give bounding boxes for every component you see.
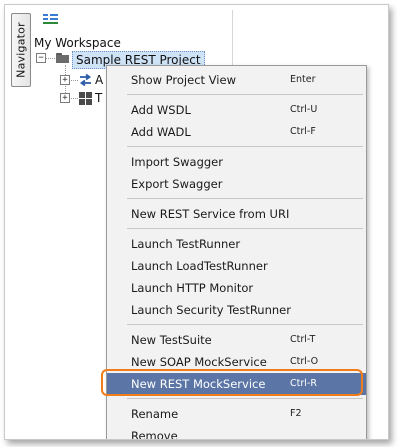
menu-item-launch-http-monitor[interactable]: Launch HTTP Monitor [107, 277, 366, 299]
swap-arrows-icon [79, 74, 92, 86]
menu-item-rename[interactable]: Rename F2 [107, 403, 366, 425]
menu-item-add-wsdl[interactable]: Add WSDL Ctrl-U [107, 99, 366, 121]
menu-separator [127, 94, 363, 95]
menu-separator [127, 228, 363, 229]
menu-item-import-swagger[interactable]: Import Swagger [107, 151, 366, 173]
expand-icon[interactable]: + [60, 75, 70, 85]
menu-item-remove[interactable]: Remove [107, 425, 366, 439]
menu-item-launch-testrunner[interactable]: Launch TestRunner [107, 233, 366, 255]
highlight-outline [101, 369, 363, 396]
menu-separator [127, 198, 363, 199]
navigator-tab[interactable]: Navigator [11, 13, 31, 87]
tree-item-child[interactable]: T [95, 91, 102, 105]
menu-item-launch-loadtestrunner[interactable]: Launch LoadTestRunner [107, 255, 366, 277]
grid-icon [79, 92, 92, 105]
tree-connector [69, 80, 78, 81]
tree-item-child[interactable]: A [95, 73, 103, 87]
menu-separator [127, 324, 363, 325]
menu-item-add-wadl[interactable]: Add WADL Ctrl-F [107, 121, 366, 143]
tree-view-toolbar-icon[interactable] [43, 14, 59, 26]
menu-separator [127, 146, 363, 147]
tree-connector [69, 98, 78, 99]
menu-item-export-swagger[interactable]: Export Swagger [107, 173, 366, 195]
menu-item-new-rest-service-from-uri[interactable]: New REST Service from URI [107, 203, 366, 225]
menu-item-launch-security-testrunner[interactable]: Launch Security TestRunner [107, 299, 366, 321]
collapse-icon[interactable]: − [36, 53, 46, 63]
tree-connector [45, 58, 55, 59]
navigator-tab-label: Navigator [14, 22, 28, 78]
menu-separator [127, 398, 363, 399]
folder-icon [56, 53, 69, 63]
expand-icon[interactable]: + [60, 93, 70, 103]
menu-item-new-testsuite[interactable]: New TestSuite Ctrl-T [107, 329, 366, 351]
menu-item-show-project-view[interactable]: Show Project View Enter [107, 69, 366, 91]
soapui-window: Navigator My Workspace − Sample REST Pro… [4, 4, 389, 440]
workspace-label[interactable]: My Workspace [34, 36, 121, 50]
